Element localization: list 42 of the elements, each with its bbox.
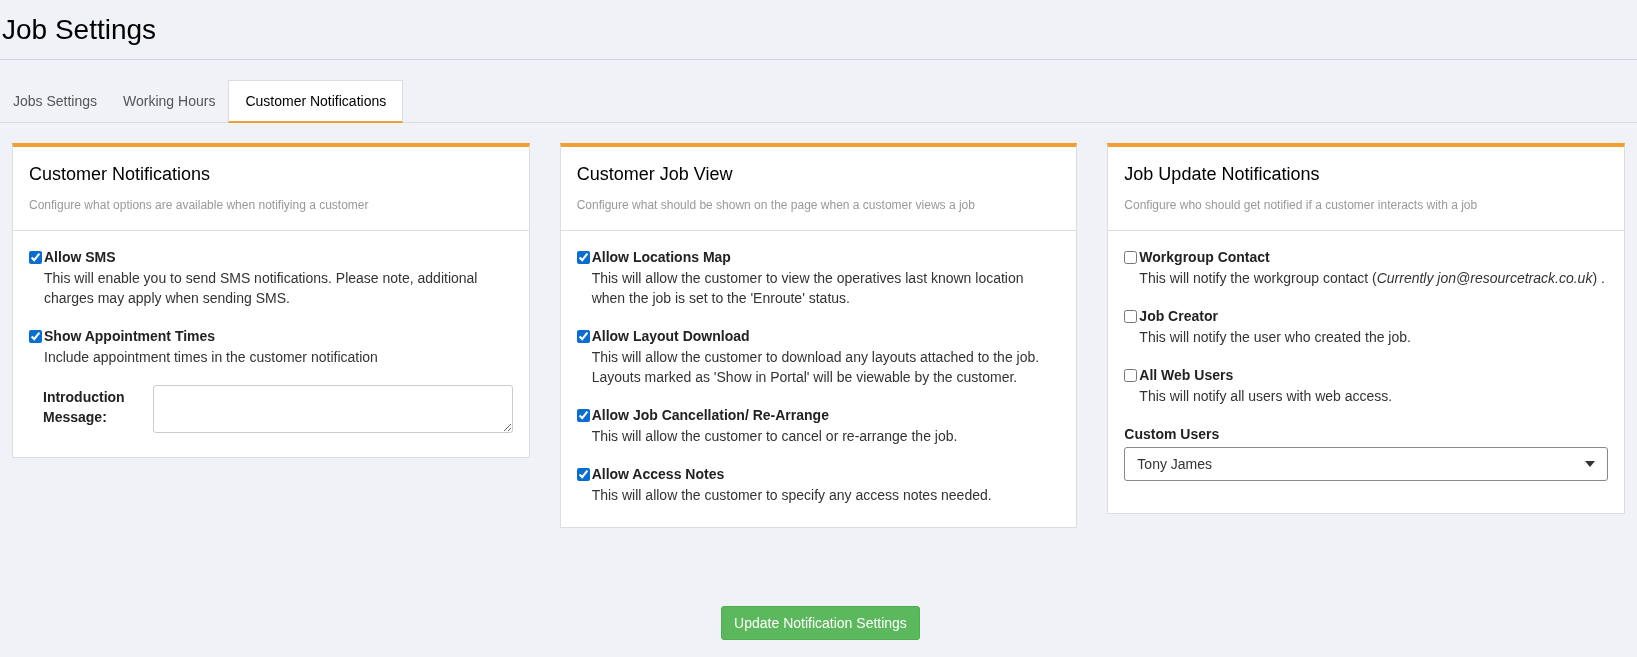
option-label: Job Creator (1139, 307, 1218, 326)
option-label: All Web Users (1139, 366, 1234, 385)
tab[interactable]: Customer Notifications (228, 80, 404, 123)
option-label: Allow Layout Download (591, 327, 750, 346)
checkbox[interactable] (576, 251, 590, 264)
option-description: This will allow the customer to specify any access notes needed. (590, 486, 993, 505)
checkbox[interactable] (576, 330, 590, 343)
option-label: Allow Access Notes (591, 465, 725, 484)
option-label: Show Appointment Times (44, 327, 216, 346)
option-description: Include appointment times in the customer notification (43, 348, 379, 367)
checkbox[interactable] (1124, 369, 1138, 382)
checkbox[interactable] (576, 409, 590, 422)
option-description: This will enable you to send SMS notifications. Please note, additional charges may apply when sending SMS. (43, 269, 479, 308)
panel-title: Job Update Notifications (1124, 163, 1321, 186)
option-description: This will allow the customer to download any layouts attached to the job. Layouts marked as 'Show in Portal' will be viewable by the customer. (590, 348, 1041, 387)
option-description: This will notify the workgroup contact (Currently jon@resourcetrack.co.uk) . (1138, 269, 1606, 288)
option-description: This will allow the customer to cancel or re-arrange the job. (590, 427, 959, 446)
field-label: Custom Users (1124, 425, 1221, 444)
panel-title: Customer Notifications (29, 163, 212, 186)
option-label: Allow Job Cancellation/ Re-Arrange (591, 406, 829, 425)
checkbox[interactable] (1124, 310, 1138, 323)
page-title: Job Settings (1, 12, 157, 47)
option-label: Workgroup Contact (1139, 248, 1270, 267)
option-description: This will notify the user who created the job. (1138, 328, 1412, 347)
tab[interactable]: Working Hours (110, 80, 229, 122)
checkbox[interactable] (576, 468, 590, 481)
option-label: Allow SMS (44, 248, 116, 267)
caret-icon (1585, 461, 1595, 467)
checkbox[interactable] (1124, 251, 1138, 264)
message-field[interactable] (153, 385, 513, 433)
panel-subtitle: Configure what options are available when notifiying a customer (29, 197, 370, 214)
tab[interactable]: Jobs Settings (0, 80, 111, 122)
checkbox[interactable] (29, 330, 42, 343)
option-description: This will notify all users with web access. (1138, 387, 1394, 406)
users-dropdown[interactable]: Tony James (1124, 447, 1608, 481)
field-label: Introduction Message: (43, 388, 126, 427)
panel-subtitle: Configure what should be shown on the page when a customer views a job (576, 197, 976, 214)
checkbox[interactable] (29, 251, 42, 264)
panel-subtitle: Configure who should get notified if a customer interacts with a job (1124, 197, 1479, 214)
option-description: This will allow the customer to view the operatives last known location when the job is set to the 'Enroute' status. (590, 269, 1025, 308)
panel-title: Customer Job View (576, 163, 734, 186)
option-label: Allow Locations Map (591, 248, 731, 267)
